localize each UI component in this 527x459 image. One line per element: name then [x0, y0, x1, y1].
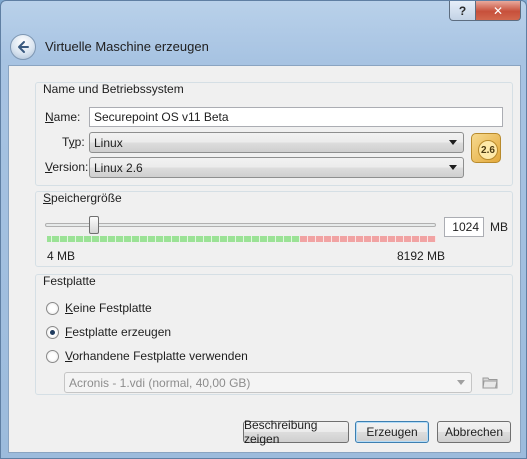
memory-max-label: 8192 MB — [397, 249, 446, 263]
chevron-down-icon — [449, 165, 457, 170]
scale-tick — [251, 236, 252, 242]
memory-unit: MB — [490, 220, 508, 234]
title-bar: ? ✕ Virtuelle Maschine erzeugen — [1, 1, 526, 65]
scale-tick — [339, 236, 340, 242]
scale-tick — [411, 236, 412, 242]
scale-tick — [51, 236, 52, 242]
scale-tick — [427, 236, 428, 242]
scale-tick — [363, 236, 364, 242]
back-button[interactable] — [10, 34, 36, 60]
scale-tick — [123, 236, 124, 242]
scale-tick — [419, 236, 420, 242]
memory-size-input[interactable]: 1024 — [444, 217, 484, 237]
radio-button-selected[interactable] — [46, 325, 59, 339]
scale-tick — [307, 236, 308, 242]
scale-tick — [347, 236, 348, 242]
group-label-memory: Speichergröße — [43, 191, 122, 205]
scale-tick — [371, 236, 372, 242]
scale-tick — [99, 236, 100, 242]
existing-disk-select[interactable]: Acronis - 1.vdi (normal, 40,00 GB) — [64, 372, 472, 393]
group-disk: Festplatte Keine Festplatte Festplatte e… — [35, 274, 513, 395]
scale-tick — [147, 236, 148, 242]
scale-tick — [387, 236, 388, 242]
close-button[interactable]: ✕ — [476, 1, 521, 21]
memory-min-label: 4 MB — [47, 249, 76, 263]
radio-existing-disk[interactable]: Vorhandene Festplatte verwenden — [46, 349, 248, 363]
scale-tick — [283, 236, 284, 242]
radio-no-disk[interactable]: Keine Festplatte — [46, 301, 152, 315]
memory-scale-safe — [47, 236, 300, 242]
scale-tick — [211, 236, 212, 242]
group-label-name-os: Name und Betriebssystem — [43, 82, 184, 96]
scale-tick — [291, 236, 292, 242]
scale-tick — [323, 236, 324, 242]
type-select[interactable]: Linux — [89, 132, 464, 153]
scale-tick — [299, 236, 300, 242]
chevron-down-icon — [449, 140, 457, 145]
back-arrow-icon — [18, 41, 29, 53]
help-icon: ? — [458, 3, 467, 18]
scale-tick — [379, 236, 380, 242]
name-label: Name: — [45, 110, 81, 124]
scale-tick — [195, 236, 196, 242]
scale-tick — [315, 236, 316, 242]
scale-tick — [259, 236, 260, 242]
group-label-disk: Festplatte — [43, 274, 96, 288]
show-description-button[interactable]: Beschreibung zeigen — [243, 418, 349, 446]
scale-tick — [163, 236, 164, 242]
radio-button[interactable] — [46, 349, 59, 363]
scale-tick — [395, 236, 396, 242]
radio-create-disk[interactable]: Festplatte erzeugen — [46, 325, 171, 339]
scale-tick — [107, 236, 108, 242]
scale-tick — [83, 236, 84, 242]
scale-tick — [203, 236, 204, 242]
scale-tick — [171, 236, 172, 242]
dialog-window: ? ✕ Virtuelle Maschine erzeugen Name und… — [0, 0, 527, 459]
memory-slider-track[interactable] — [45, 223, 436, 227]
version-label: Version: — [45, 160, 89, 174]
help-button[interactable]: ? — [449, 1, 476, 21]
close-icon: ✕ — [492, 3, 504, 18]
scale-tick — [219, 236, 220, 242]
scale-tick — [179, 236, 180, 242]
name-input[interactable]: Securepoint OS v11 Beta — [89, 107, 503, 127]
folder-open-icon[interactable] — [482, 375, 498, 389]
group-name-os: Name und Betriebssystem Name: Securepoin… — [35, 82, 513, 186]
window-title: Virtuelle Maschine erzeugen — [45, 39, 209, 54]
scale-tick — [227, 236, 228, 242]
radio-button[interactable] — [46, 301, 59, 315]
cancel-button[interactable]: Abbrechen — [437, 421, 511, 443]
scale-tick — [139, 236, 140, 242]
dialog-content: Name und Betriebssystem Name: Securepoin… — [8, 65, 521, 453]
scale-tick — [59, 236, 60, 242]
scale-tick — [435, 236, 436, 242]
scale-tick — [75, 236, 76, 242]
scale-tick — [243, 236, 244, 242]
scale-tick — [115, 236, 116, 242]
version-select[interactable]: Linux 2.6 — [89, 157, 464, 178]
scale-tick — [91, 236, 92, 242]
caption-buttons: ? ✕ — [449, 1, 521, 21]
scale-tick — [67, 236, 68, 242]
create-button[interactable]: Erzeugen — [355, 421, 429, 443]
linux-os-icon: 2.6 — [471, 133, 501, 163]
scale-tick — [187, 236, 188, 242]
scale-tick — [235, 236, 236, 242]
memory-slider-thumb[interactable] — [88, 216, 99, 234]
scale-tick — [267, 236, 268, 242]
type-label: Typ: — [62, 135, 85, 149]
group-memory: Speichergröße 1024 MB 4 MB 8192 MB — [35, 191, 513, 267]
scale-tick — [355, 236, 356, 242]
scale-tick — [403, 236, 404, 242]
chevron-down-icon — [457, 380, 465, 385]
scale-tick — [131, 236, 132, 242]
scale-tick — [155, 236, 156, 242]
memory-scale-warning — [300, 236, 436, 242]
scale-tick — [331, 236, 332, 242]
scale-tick — [275, 236, 276, 242]
